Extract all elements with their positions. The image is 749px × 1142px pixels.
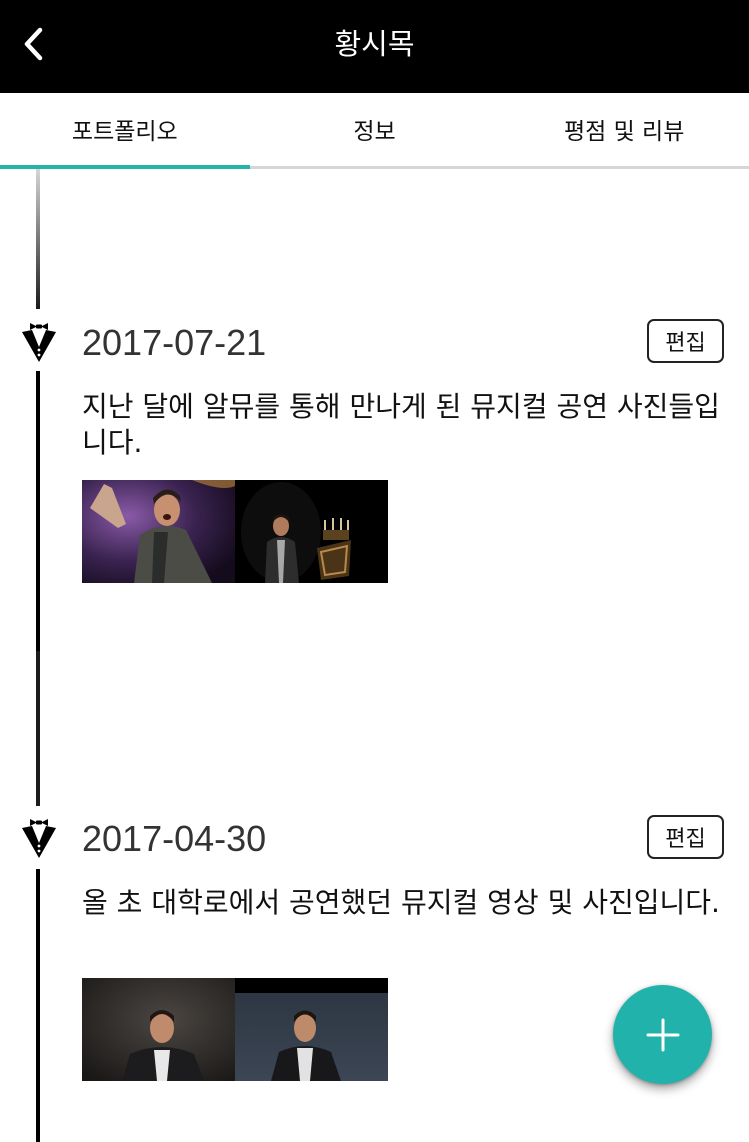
tab-info[interactable]: 정보 xyxy=(250,93,500,166)
chevron-left-icon xyxy=(24,27,43,61)
entry-date: 2017-07-21 xyxy=(82,322,267,363)
add-portfolio-button[interactable] xyxy=(613,985,712,1084)
timeline-line xyxy=(36,651,40,806)
app-header: 황시목 xyxy=(0,0,749,93)
photo-thumbnails xyxy=(82,978,388,1081)
photo-thumbnail[interactable] xyxy=(235,480,388,583)
timeline-line xyxy=(36,169,40,309)
back-button[interactable] xyxy=(12,22,56,66)
tuxedo-icon xyxy=(22,323,56,362)
entry-description: 지난 달에 알뮤를 통해 만나게 된 뮤지컬 공연 사진들입니다. xyxy=(82,390,720,459)
photo-thumbnail[interactable] xyxy=(235,978,388,1081)
timeline-entry: 2017-07-21 편집 지난 달에 알뮤를 통해 만나게 된 뮤지컬 공연 … xyxy=(0,319,749,589)
tuxedo-icon xyxy=(22,819,56,858)
tab-portfolio[interactable]: 포트폴리오 xyxy=(0,93,250,169)
edit-button[interactable]: 편집 xyxy=(647,815,724,859)
tab-ratings-reviews[interactable]: 평점 및 리뷰 xyxy=(499,93,749,166)
photo-thumbnail[interactable] xyxy=(82,978,235,1081)
entry-date: 2017-04-30 xyxy=(82,818,267,859)
edit-button[interactable]: 편집 xyxy=(647,319,724,363)
entry-description: 올 초 대학로에서 공연했던 뮤지컬 영상 및 사진입니다. xyxy=(82,886,720,919)
tab-bar: 포트폴리오 정보 평점 및 리뷰 xyxy=(0,93,749,169)
page-title: 황시목 xyxy=(334,27,415,61)
photo-thumbnail[interactable] xyxy=(82,480,235,583)
plus-icon xyxy=(646,1018,679,1051)
portfolio-screen: 황시목 포트폴리오 정보 평점 및 리뷰 2017-07-21 편집 지난 달에… xyxy=(0,0,749,1142)
photo-thumbnails xyxy=(82,480,388,583)
